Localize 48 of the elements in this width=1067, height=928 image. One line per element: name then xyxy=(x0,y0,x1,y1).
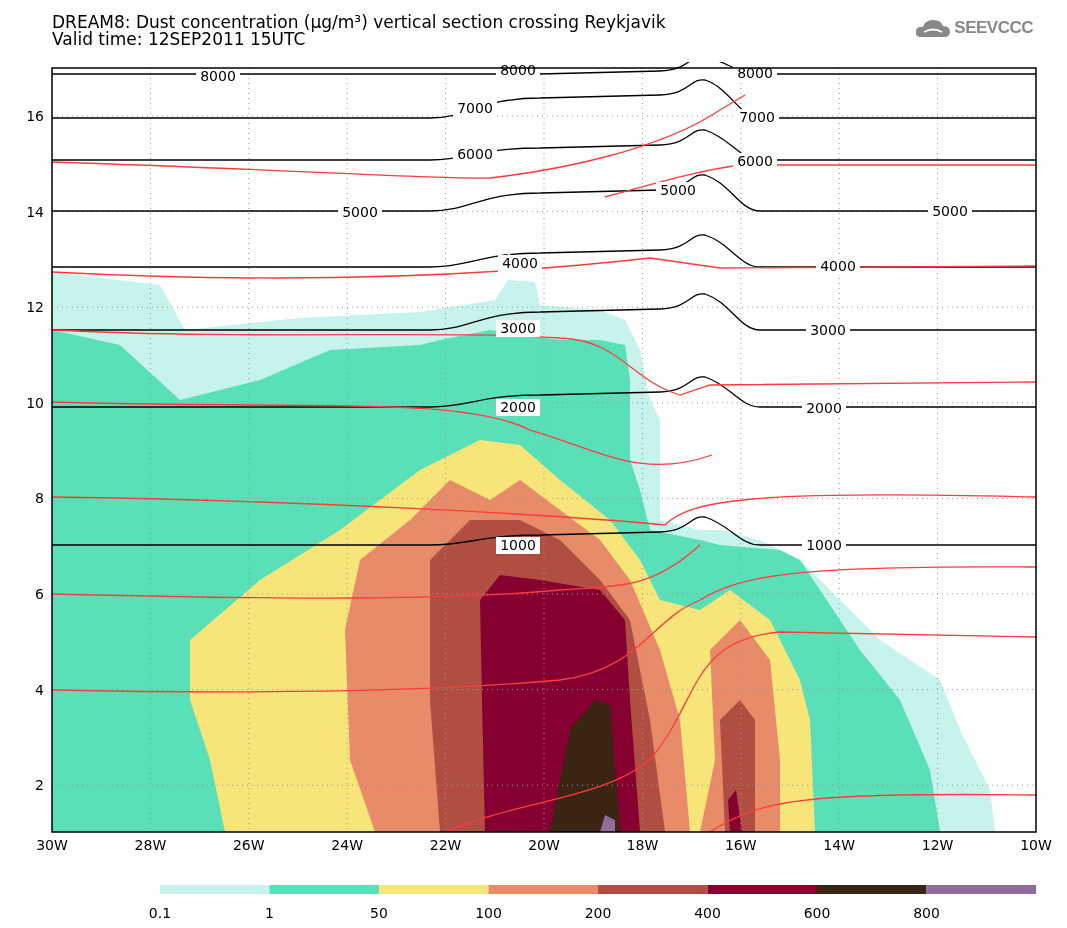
axis-tick-label: 10W xyxy=(1020,837,1052,853)
axis-tick-label: 20W xyxy=(528,837,560,853)
contour-label: 7000 xyxy=(457,100,493,116)
contour-label: 3000 xyxy=(500,320,536,336)
valid-time: Valid time: 12SEP2011 15UTC xyxy=(52,31,306,48)
axis-tick-label: 22W xyxy=(429,837,462,853)
axis-tick-label: 26W xyxy=(232,837,265,853)
contour-label: 2000 xyxy=(806,400,842,416)
axis-tick-label: 14 xyxy=(26,203,44,220)
axis-tick-label: 30W xyxy=(36,837,68,853)
colorbar-label: 0.1 xyxy=(148,905,172,921)
contour-label: 5000 xyxy=(660,182,696,198)
axis-tick-label: 10 xyxy=(26,394,44,411)
axis-tick-label: 16W xyxy=(724,837,757,853)
axis-tick-label: 6 xyxy=(35,586,44,602)
colorbar-label: 600 xyxy=(803,905,831,921)
axis-tick-label: 2 xyxy=(35,777,44,794)
contour-label: 6000 xyxy=(457,146,493,162)
axis-tick-label: 28W xyxy=(134,837,167,853)
contour-label: 1000 xyxy=(806,537,842,553)
axis-tick-label: 16 xyxy=(26,108,44,124)
colorbar-label: 100 xyxy=(475,905,502,921)
cloud-icon xyxy=(915,18,952,38)
colorbar-label: 800 xyxy=(913,905,940,921)
logo-text: SEEVCCC xyxy=(954,18,1033,38)
contour-label: 4000 xyxy=(502,255,538,271)
contour-label: 8000 xyxy=(200,68,236,84)
contour-label: 5000 xyxy=(932,203,968,219)
axis-tick-label: 4 xyxy=(35,681,44,698)
chart-title: DREAM8: Dust concentration (μg/m³) vertical section crossing Reykjavik xyxy=(52,14,666,31)
axis-tick-label: 24W xyxy=(331,837,364,853)
contour-label: 8000 xyxy=(737,65,773,81)
contour-label: 5000 xyxy=(342,204,378,220)
axis-tick-label: 14W xyxy=(823,837,856,853)
contour-label: 7000 xyxy=(739,109,775,125)
contour-label: 2000 xyxy=(500,399,536,415)
colorbar-label: 200 xyxy=(584,905,612,921)
axis-tick-label: 18W xyxy=(626,837,659,853)
contour-label: 4000 xyxy=(820,258,856,274)
contour-label: 6000 xyxy=(737,153,773,169)
colorbar-label: 1 xyxy=(265,905,274,921)
axis-tick-label: 8 xyxy=(35,490,44,507)
axis-tick-label: 12 xyxy=(26,299,44,316)
contour-label: 1000 xyxy=(500,537,536,553)
contour-label: 3000 xyxy=(810,322,846,338)
axis-tick-label: 12W xyxy=(921,837,954,853)
colorbar-label: 50 xyxy=(370,905,388,921)
colorbar-label: 400 xyxy=(694,905,721,921)
